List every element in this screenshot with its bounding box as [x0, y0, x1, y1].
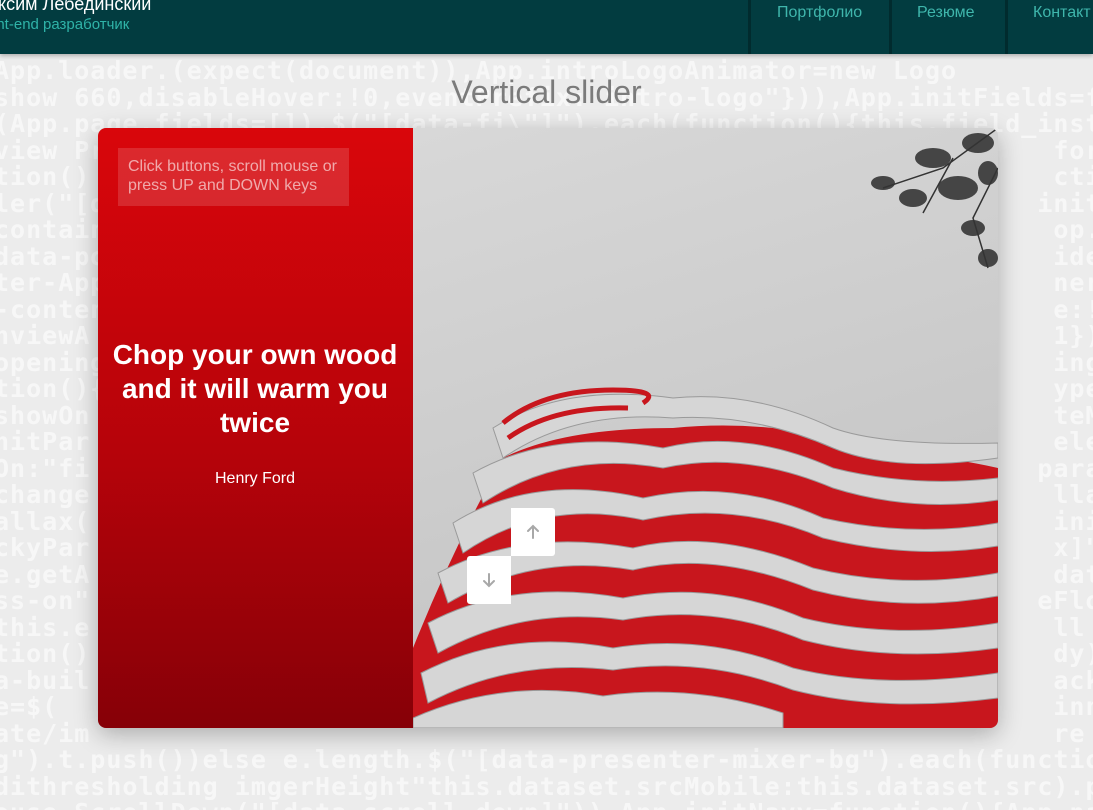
nav-contacts[interactable]: Контакт: [1005, 0, 1093, 54]
slide-down-button[interactable]: [467, 556, 511, 604]
slider-hint: Click buttons, scroll mouse or press UP …: [118, 148, 349, 206]
arrow-down-icon: [483, 573, 495, 588]
slide-up-button[interactable]: [511, 508, 555, 556]
nav-resume[interactable]: Резюме: [889, 0, 1005, 54]
code-line: ouse.ScrollDown("[data-scroll-down]")).A…: [0, 799, 1093, 810]
site-header: аксим Лебединский ont-end разработчик По…: [0, 0, 1093, 54]
nav-portfolio[interactable]: Портфолио: [748, 0, 889, 54]
slide-image: [413, 128, 998, 728]
slide-text-panel: Click buttons, scroll mouse or press UP …: [98, 128, 413, 728]
main-nav: Портфолио Резюме Контакт: [748, 0, 1093, 54]
code-line: dithresholding imgerHeight"this.dataset.…: [0, 771, 1093, 801]
author-name: аксим Лебединский: [0, 0, 152, 14]
arrow-up-icon: [527, 524, 539, 539]
vertical-slider[interactable]: Click buttons, scroll mouse or press UP …: [98, 128, 998, 728]
author-role: ont-end разработчик: [0, 16, 130, 33]
slide-quote: Chop your own wood and it will warm you …: [112, 339, 398, 438]
page-title: Vertical slider: [451, 74, 642, 110]
code-line: g").t.push())else e.length.$("[data-pres…: [0, 745, 1093, 774]
building-photo: [413, 128, 998, 728]
slide-author: Henry Ford: [214, 470, 296, 487]
